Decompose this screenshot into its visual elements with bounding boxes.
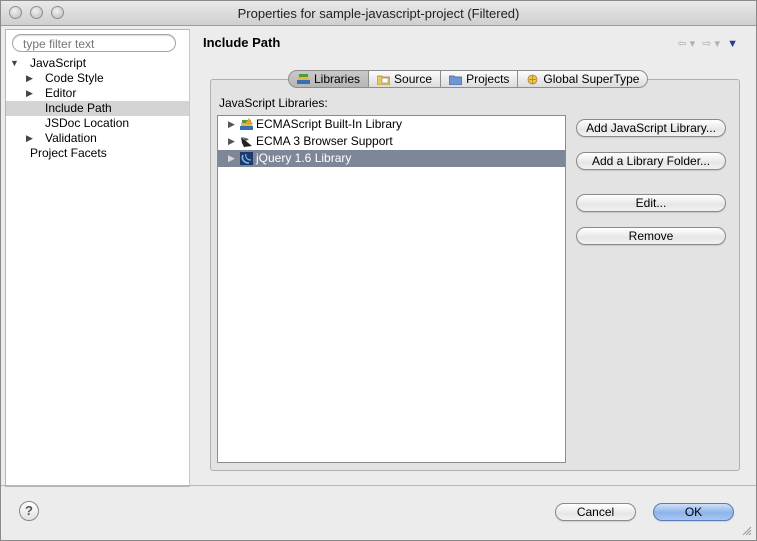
- sidebar-item-label: Project Facets: [30, 146, 107, 160]
- window-title: Properties for sample-javascript-project…: [237, 6, 520, 21]
- ok-button[interactable]: OK: [653, 503, 734, 521]
- libraries-list[interactable]: ▶ ECMAScript Built-In Library ▶ ECMA 3 Brow…: [217, 115, 566, 463]
- collapsed-triangle-icon[interactable]: ▶: [228, 133, 235, 150]
- resize-grip-icon[interactable]: [742, 526, 752, 536]
- properties-dialog: Properties for sample-javascript-project…: [0, 0, 757, 541]
- tab-projects[interactable]: Projects: [441, 70, 519, 88]
- global-supertype-icon: [526, 74, 539, 85]
- sidebar-item-javascript[interactable]: ▼ JavaScript: [6, 56, 189, 71]
- tab-label: Global SuperType: [543, 72, 640, 86]
- collapsed-triangle-icon[interactable]: ▶: [228, 150, 235, 167]
- libraries-icon: [297, 73, 310, 85]
- sidebar-item-label: JavaScript: [30, 56, 87, 70]
- help-button[interactable]: ?: [19, 501, 39, 521]
- tab-label: Source: [394, 72, 433, 86]
- view-menu-icon[interactable]: ▼: [727, 38, 738, 50]
- library-item[interactable]: ▶ jQuery 1.6 Library: [218, 150, 565, 167]
- tab-bar: Libraries Source Projects Global SuperType: [288, 70, 649, 88]
- library-item-label: jQuery 1.6 Library: [256, 151, 352, 165]
- tab-source[interactable]: Source: [369, 70, 442, 88]
- sidebar-item-label: JSDoc Location: [45, 116, 130, 130]
- library-item[interactable]: ▶ ECMA 3 Browser Support: [218, 133, 565, 150]
- add-library-folder-button[interactable]: Add a Library Folder...: [576, 152, 726, 170]
- projects-icon: [449, 74, 463, 85]
- page-navigation: ⇦ ▾ ⇨ ▾ ▼: [673, 37, 738, 50]
- sidebar-item-project-facets[interactable]: Project Facets: [6, 146, 189, 161]
- libraries-label: JavaScript Libraries:: [219, 96, 328, 110]
- collapsed-triangle-icon[interactable]: ▶: [228, 116, 235, 133]
- sidebar-item-jsdoc-location[interactable]: JSDoc Location: [6, 116, 189, 131]
- tab-label: Libraries: [314, 72, 361, 86]
- preferences-tree: ▼ JavaScript ▶ Code Style ▶ Editor Include Pat…: [6, 56, 189, 161]
- library-item-label: ECMA 3 Browser Support: [256, 134, 393, 148]
- tab-label: Projects: [466, 72, 510, 86]
- sidebar-item-label: Editor: [45, 86, 77, 100]
- tab-global-supertype[interactable]: Global SuperType: [518, 70, 649, 88]
- tab-libraries[interactable]: Libraries: [288, 70, 370, 88]
- remove-button[interactable]: Remove: [576, 227, 726, 245]
- sidebar-item-editor[interactable]: ▶ Editor: [6, 86, 189, 101]
- collapsed-triangle-icon[interactable]: ▶: [26, 131, 33, 146]
- forward-arrow-icon[interactable]: ⇨ ▾: [702, 38, 720, 50]
- expanded-triangle-icon[interactable]: ▼: [10, 56, 19, 71]
- sidebar-item-label: Include Path: [45, 101, 112, 115]
- library-item[interactable]: ▶ ECMAScript Built-In Library: [218, 116, 565, 133]
- page-title: Include Path: [203, 35, 281, 50]
- library-item-label: ECMAScript Built-In Library: [256, 117, 403, 131]
- add-javascript-library-button[interactable]: Add JavaScript Library...: [576, 119, 726, 137]
- sidebar-item-code-style[interactable]: ▶ Code Style: [6, 71, 189, 86]
- title-bar[interactable]: Properties for sample-javascript-project…: [1, 1, 756, 26]
- filter-field[interactable]: [12, 34, 176, 52]
- back-arrow-icon[interactable]: ⇦ ▾: [677, 38, 695, 50]
- sidebar-item-include-path[interactable]: Include Path: [6, 101, 189, 116]
- filter-input[interactable]: [23, 37, 163, 51]
- sidebar-item-label: Code Style: [45, 71, 104, 85]
- sidebar-panel: ▼JavaScript▶Code Style▶EditorInclude Pat…: [5, 29, 190, 487]
- collapsed-triangle-icon[interactable]: ▶: [26, 86, 33, 101]
- source-folder-icon: [377, 74, 391, 85]
- cancel-button[interactable]: Cancel: [555, 503, 636, 521]
- sidebar-item-label: Validation: [45, 131, 97, 145]
- collapsed-triangle-icon[interactable]: ▶: [26, 71, 33, 86]
- edit-button[interactable]: Edit...: [576, 194, 726, 212]
- footer-divider: [1, 485, 756, 486]
- sidebar-item-validation[interactable]: ▶ Validation: [6, 131, 189, 146]
